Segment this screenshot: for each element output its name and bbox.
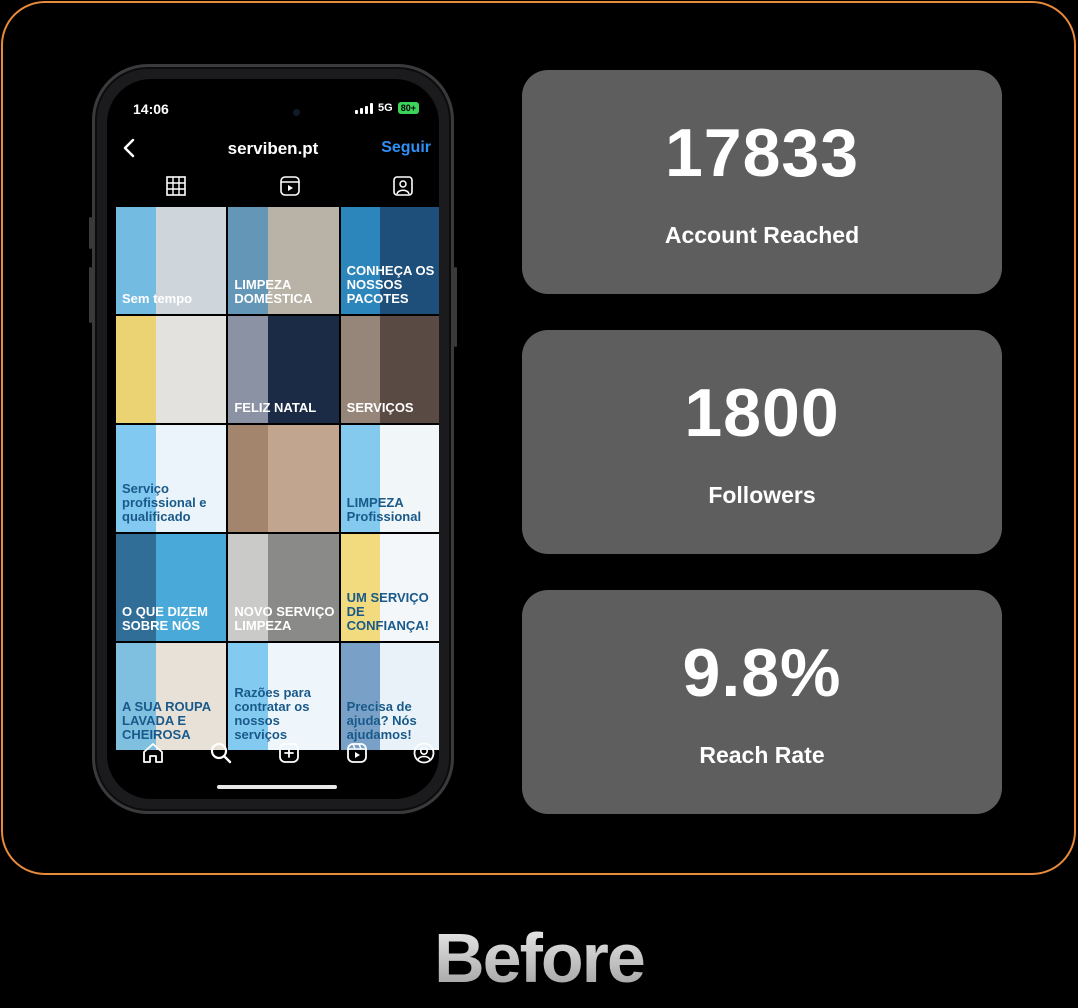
post-text: O QUE DIZEM SOBRE NÓS xyxy=(122,604,208,633)
stat-value: 9.8% xyxy=(682,635,842,711)
post-thumbnail[interactable]: Sem tempo xyxy=(116,207,227,314)
post-thumbnail[interactable]: LIMPEZA DOMÉSTICA xyxy=(228,207,339,314)
post-thumbnail[interactable]: LIMPEZA Profissional xyxy=(340,425,439,532)
follow-button[interactable]: Seguir xyxy=(381,139,431,157)
post-thumbnail[interactable] xyxy=(228,425,339,532)
stat-card-reached: 17833 Account Reached xyxy=(522,70,1002,294)
stat-value: 1800 xyxy=(684,375,840,451)
network-label: 5G xyxy=(378,102,393,114)
post-text: LIMPEZA DOMÉSTICA xyxy=(234,277,313,306)
reels-nav-icon[interactable] xyxy=(345,741,369,765)
post-text: LIMPEZA Profissional xyxy=(346,495,422,524)
post-text: NOVO SERVIÇO LIMPEZA xyxy=(234,604,335,633)
status-time: 14:06 xyxy=(133,101,169,117)
caption-before: Before xyxy=(0,918,1078,998)
stat-card-reach-rate: 9.8% Reach Rate xyxy=(522,590,1002,814)
stat-label: Reach Rate xyxy=(699,742,825,768)
post-text: FELIZ NATAL xyxy=(234,400,317,415)
phone-screen: 14:06 5G 80+ serviben.pt Seguir Sem temp… xyxy=(107,79,439,799)
post-text: SERVIÇOS xyxy=(346,400,414,415)
phone-side-button xyxy=(89,217,92,249)
profile-icon[interactable] xyxy=(412,741,436,765)
post-thumbnail[interactable]: CONHEÇA OS NOSSOS PACOTES xyxy=(340,207,439,314)
create-icon[interactable] xyxy=(277,741,301,765)
tagged-icon[interactable] xyxy=(392,175,414,197)
profile-tabs xyxy=(107,175,439,197)
stat-label: Followers xyxy=(708,482,816,508)
signal-icon xyxy=(355,102,374,114)
bottom-nav xyxy=(107,729,439,799)
post-thumbnail[interactable]: NOVO SERVIÇO LIMPEZA xyxy=(228,534,339,641)
phone-mockup: 14:06 5G 80+ serviben.pt Seguir Sem temp… xyxy=(89,64,457,814)
post-text: CONHEÇA OS NOSSOS PACOTES xyxy=(346,263,435,306)
post-text: UM SERVIÇO DE CONFIANÇA! xyxy=(346,590,429,633)
posts-grid: Sem tempo LIMPEZA DOMÉSTICA CONHEÇA OS NOS… xyxy=(116,207,439,752)
home-indicator[interactable] xyxy=(217,785,337,789)
grid-icon[interactable] xyxy=(165,175,187,197)
status-bar: 14:06 5G 80+ xyxy=(107,101,439,121)
post-accent xyxy=(116,316,156,423)
reels-icon[interactable] xyxy=(279,175,301,197)
stat-card-followers: 1800 Followers xyxy=(522,330,1002,554)
post-text: Serviço profissional e qualificado xyxy=(122,481,207,524)
post-thumbnail[interactable]: SERVIÇOS xyxy=(340,316,439,423)
stat-label: Account Reached xyxy=(664,222,860,248)
post-thumbnail[interactable]: O QUE DIZEM SOBRE NÓS xyxy=(116,534,227,641)
search-icon[interactable] xyxy=(209,741,233,765)
stat-value: 17833 xyxy=(664,115,860,191)
post-thumbnail[interactable]: FELIZ NATAL xyxy=(228,316,339,423)
post-accent xyxy=(228,425,269,532)
post-thumbnail[interactable]: Serviço profissional e qualificado xyxy=(116,425,227,532)
battery-icon: 80+ xyxy=(397,102,419,114)
post-thumbnail[interactable]: UM SERVIÇO DE CONFIANÇA! xyxy=(340,534,439,641)
home-icon[interactable] xyxy=(141,741,165,765)
phone-side-button xyxy=(89,267,92,323)
post-text: Sem tempo xyxy=(122,291,193,306)
post-thumbnail[interactable] xyxy=(116,316,227,423)
phone-side-button xyxy=(454,267,457,347)
profile-header: serviben.pt Seguir xyxy=(107,137,439,163)
